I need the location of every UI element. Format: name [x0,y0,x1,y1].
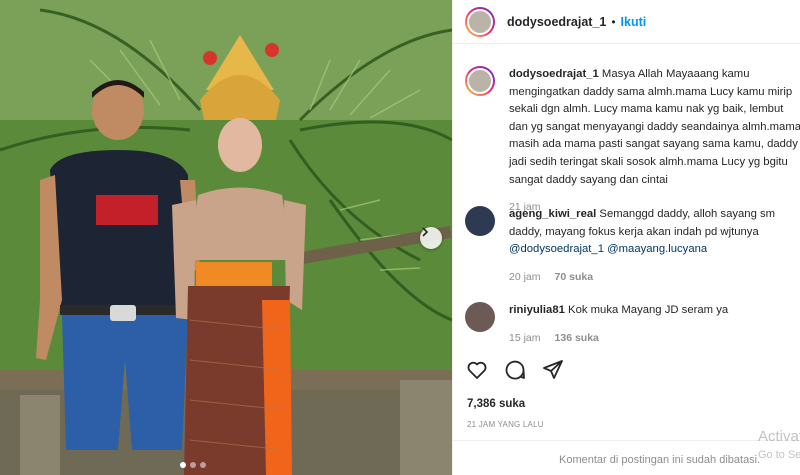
comment-text: Kok muka Mayang JD seram ya [568,304,729,316]
post-side-panel: dodysoedrajat_1 • Ikuti dodysoedrajat_1 … [452,0,800,475]
comment-icon[interactable] [503,358,527,382]
post-header: dodysoedrajat_1 • Ikuti [453,0,800,44]
comments-list[interactable]: dodysoedrajat_1 Masya Allah Mayaaang kam… [453,44,800,352]
separator-dot: • [611,14,616,29]
comments-limited-notice: Komentar di postingan ini sudah dibatasi… [559,454,761,466]
comment-footer: Komentar di postingan ini sudah dibatasi… [453,440,800,475]
follow-button[interactable]: Ikuti [621,15,647,29]
photo-illustration [0,0,452,475]
commenter-avatar[interactable] [465,206,495,236]
carousel-dot [180,462,186,468]
comment-item: ageng_kiwi_real Semanggd daddy, alloh sa… [465,206,800,286]
caption-username[interactable]: dodysoedrajat_1 [509,68,599,80]
activate-windows-subtitle: Go to Settings to activate Windows. [758,449,800,461]
comment-item: riniyulia81 Kok muka Mayang JD seram ya … [465,302,800,347]
activate-windows-title: Activate Windows [758,428,800,445]
caption-avatar[interactable] [465,66,495,96]
carousel-dot [190,462,196,468]
comment-likes[interactable]: 136 suka [555,330,599,348]
carousel-dot [200,462,206,468]
comment-likes[interactable]: 70 suka [555,269,594,287]
post-photo[interactable] [0,0,452,475]
caption-text: Masya Allah Mayaaang kamu mengingatkan d… [509,68,800,186]
author-avatar[interactable] [465,6,495,37]
comment-time[interactable]: 20 jam [509,269,541,287]
carousel-indicator [180,462,206,468]
mention-link[interactable]: @maayang.lucyana [607,243,707,255]
commenter-avatar[interactable] [465,302,495,332]
heart-icon[interactable] [465,358,489,382]
likes-count[interactable]: 7,386 suka [467,398,525,410]
share-icon[interactable] [541,358,565,382]
mention-link[interactable]: @dodysoedrajat_1 [509,243,604,255]
comment-username[interactable]: ageng_kiwi_real [509,208,596,220]
action-bar [465,358,565,382]
next-photo-button[interactable] [420,227,442,249]
author-username[interactable]: dodysoedrajat_1 [507,15,606,29]
comment-time[interactable]: 15 jam [509,330,541,348]
comment-username[interactable]: riniyulia81 [509,304,565,316]
chevron-right-icon [422,227,429,237]
caption-item: dodysoedrajat_1 Masya Allah Mayaaang kam… [465,66,800,217]
post-timestamp: 21 JAM YANG LALU [467,420,544,429]
